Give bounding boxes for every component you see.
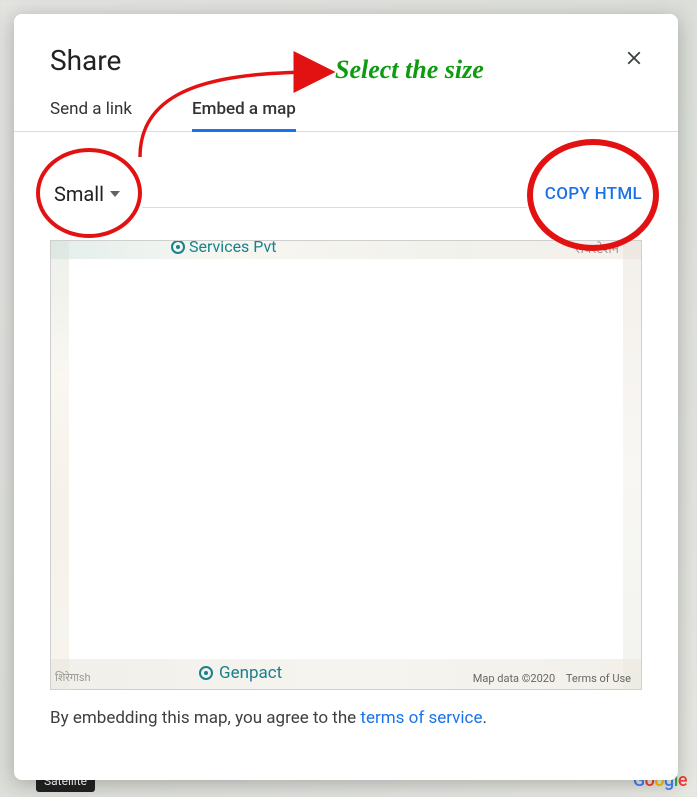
map-text-label: सबस्टेशन (575, 240, 619, 257)
map-tile (623, 241, 641, 689)
map-text-label: शिरेगाsh (55, 670, 91, 685)
size-dropdown[interactable]: Small (50, 176, 124, 212)
copy-html-button[interactable]: COPY HTML (545, 184, 642, 204)
dialog-body: Small COPY HTML Services Pvt सबस्टेशन Ge… (14, 132, 678, 780)
map-poi-label: Services Pvt (171, 240, 276, 256)
map-tile (51, 241, 641, 259)
map-preview[interactable]: Services Pvt सबस्टेशन Genpact शिरेगाsh M… (50, 240, 642, 690)
embed-terms-text: By embedding this map, you agree to the … (50, 708, 642, 728)
embed-code-field[interactable] (142, 180, 527, 208)
map-attribution: Map data ©2020 Terms of Use (469, 672, 635, 685)
close-button[interactable] (620, 44, 648, 72)
size-dropdown-label: Small (54, 182, 104, 206)
dialog-header: Share Send a link Embed a map (14, 14, 678, 131)
chevron-down-icon (110, 191, 120, 197)
poi-marker-icon (199, 666, 213, 680)
tab-embed-map[interactable]: Embed a map (192, 99, 296, 131)
tabs: Send a link Embed a map (50, 99, 642, 131)
map-poi-label: Genpact (199, 663, 282, 683)
share-dialog: Share Send a link Embed a map Small COPY… (14, 14, 678, 780)
close-icon (623, 47, 645, 69)
terms-of-service-link[interactable]: terms of service (360, 708, 482, 728)
poi-marker-icon (171, 240, 185, 254)
dialog-title: Share (50, 44, 642, 77)
map-tile (51, 241, 69, 689)
tab-send-link[interactable]: Send a link (50, 99, 132, 131)
embed-controls: Small COPY HTML (50, 176, 642, 212)
